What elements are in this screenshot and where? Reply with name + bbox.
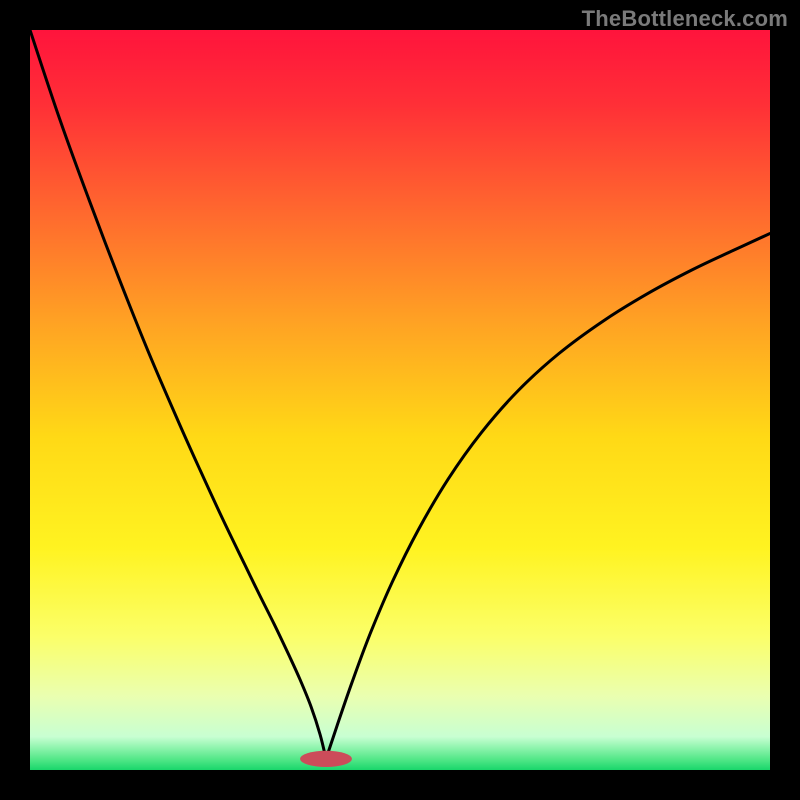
chart-svg — [30, 30, 770, 770]
chart-frame: TheBottleneck.com — [0, 0, 800, 800]
plot-area — [30, 30, 770, 770]
watermark-text: TheBottleneck.com — [582, 6, 788, 32]
gradient-background — [30, 30, 770, 770]
minimum-marker — [300, 751, 352, 767]
